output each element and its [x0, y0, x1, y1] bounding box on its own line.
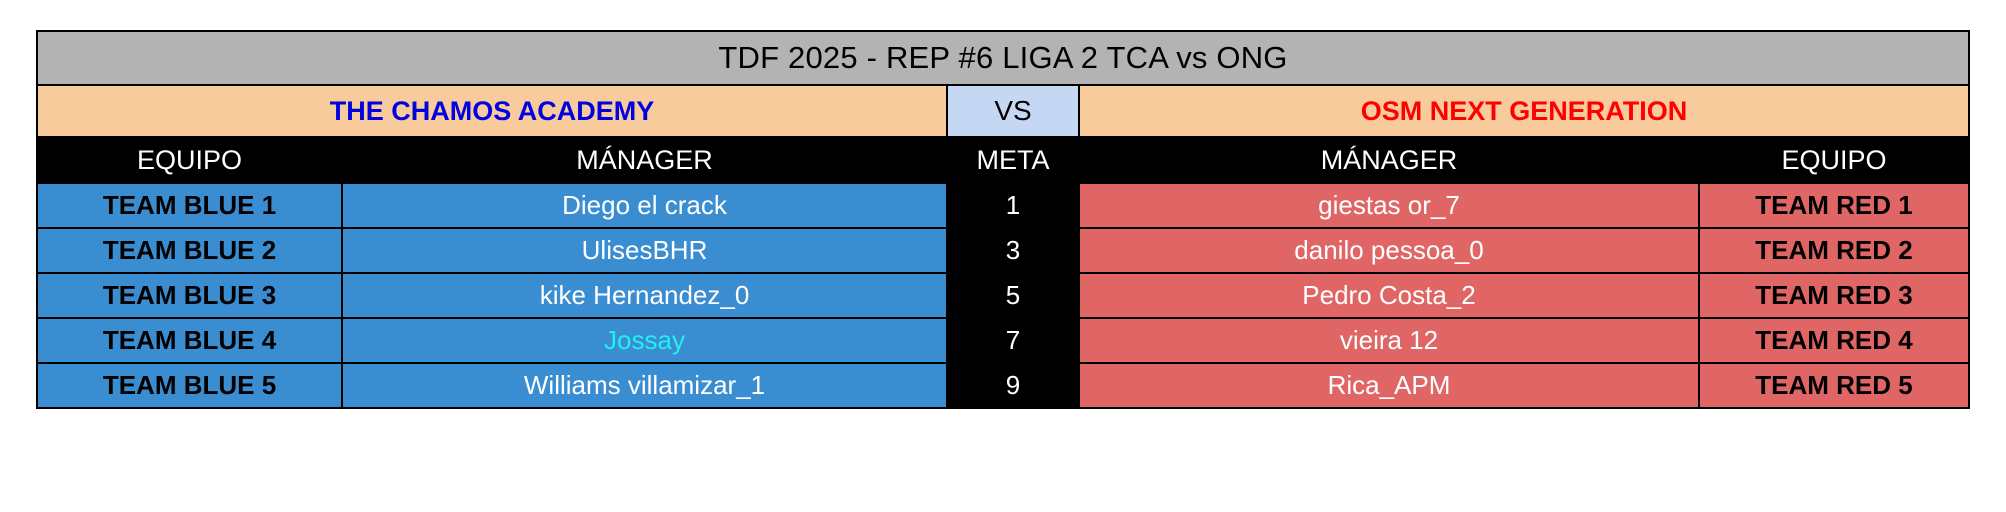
- blue-manager-cell: kike Hernandez_0: [341, 272, 948, 319]
- meta-cell: 3: [946, 227, 1080, 274]
- table-row: TEAM BLUE 1 Diego el crack 1 giestas or_…: [36, 182, 1970, 229]
- blue-manager-cell: UlisesBHR: [341, 227, 948, 274]
- blue-team-cell: TEAM BLUE 4: [36, 317, 343, 364]
- red-manager-cell: giestas or_7: [1078, 182, 1700, 229]
- blue-team-cell: TEAM BLUE 3: [36, 272, 343, 319]
- red-manager-cell: danilo pessoa_0: [1078, 227, 1700, 274]
- vs-label: VS: [946, 84, 1080, 138]
- table-row: TEAM BLUE 2 UlisesBHR 3 danilo pessoa_0 …: [36, 227, 1970, 274]
- blue-team-cell: TEAM BLUE 5: [36, 362, 343, 409]
- red-manager-cell: Rica_APM: [1078, 362, 1700, 409]
- meta-cell: 5: [946, 272, 1080, 319]
- blue-team-cell: TEAM BLUE 2: [36, 227, 343, 274]
- right-team-name: OSM NEXT GENERATION: [1078, 84, 1970, 138]
- meta-cell: 1: [946, 182, 1080, 229]
- meta-cell: 9: [946, 362, 1080, 409]
- match-table-body: TDF 2025 - REP #6 LIGA 2 TCA vs ONG THE …: [36, 30, 1970, 409]
- left-team-name: THE CHAMOS ACADEMY: [36, 84, 948, 138]
- table-row: TEAM BLUE 3 kike Hernandez_0 5 Pedro Cos…: [36, 272, 1970, 319]
- page-title: TDF 2025 - REP #6 LIGA 2 TCA vs ONG: [36, 30, 1970, 86]
- red-team-cell: TEAM RED 2: [1698, 227, 1970, 274]
- blue-manager-cell: Jossay: [341, 317, 948, 364]
- header-manager-left: MÁNAGER: [341, 136, 948, 184]
- header-meta: META: [946, 136, 1080, 184]
- column-header-row: EQUIPO MÁNAGER META MÁNAGER EQUIPO: [36, 136, 1970, 184]
- red-manager-cell: Pedro Costa_2: [1078, 272, 1700, 319]
- red-team-cell: TEAM RED 5: [1698, 362, 1970, 409]
- red-team-cell: TEAM RED 4: [1698, 317, 1970, 364]
- header-equipo-right: EQUIPO: [1698, 136, 1970, 184]
- blue-manager-cell: Diego el crack: [341, 182, 948, 229]
- header-equipo-left: EQUIPO: [36, 136, 343, 184]
- title-row: TDF 2025 - REP #6 LIGA 2 TCA vs ONG: [36, 30, 1970, 86]
- match-table: TDF 2025 - REP #6 LIGA 2 TCA vs ONG THE …: [36, 30, 1970, 409]
- table-row: TEAM BLUE 4 Jossay 7 vieira 12 TEAM RED …: [36, 317, 1970, 364]
- header-manager-right: MÁNAGER: [1078, 136, 1700, 184]
- match-sheet: TDF 2025 - REP #6 LIGA 2 TCA vs ONG THE …: [36, 30, 1970, 409]
- red-team-cell: TEAM RED 3: [1698, 272, 1970, 319]
- red-team-cell: TEAM RED 1: [1698, 182, 1970, 229]
- blue-manager-cell: Williams villamizar_1: [341, 362, 948, 409]
- team-names-row: THE CHAMOS ACADEMY VS OSM NEXT GENERATIO…: [36, 84, 1970, 138]
- blue-team-cell: TEAM BLUE 1: [36, 182, 343, 229]
- red-manager-cell: vieira 12: [1078, 317, 1700, 364]
- table-row: TEAM BLUE 5 Williams villamizar_1 9 Rica…: [36, 362, 1970, 409]
- meta-cell: 7: [946, 317, 1080, 364]
